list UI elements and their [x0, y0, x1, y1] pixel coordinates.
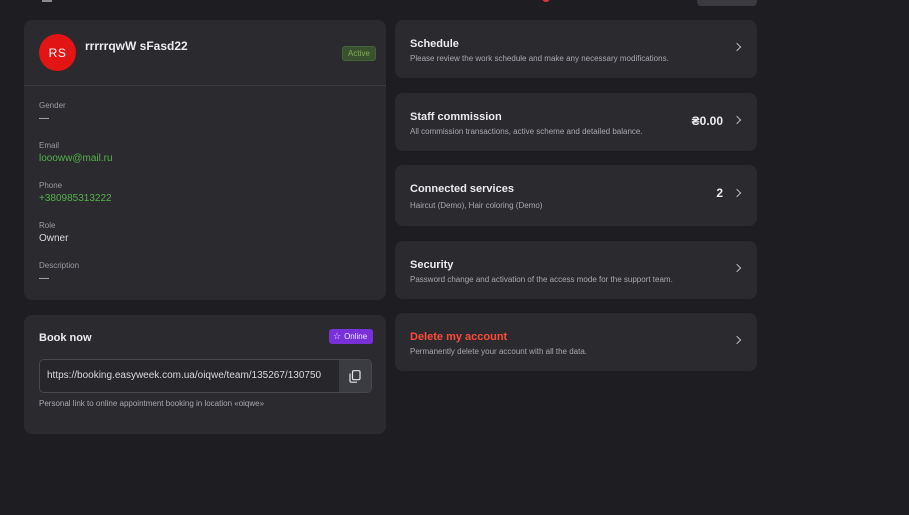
row-title: Delete my account: [410, 331, 508, 343]
online-badge: ☆ Online: [329, 329, 374, 344]
connected-services-row[interactable]: Connected services Haircut (Demo), Hair …: [395, 165, 757, 226]
notification-dot: [542, 0, 550, 2]
booking-link-caption: Personal link to online appointment book…: [39, 399, 265, 408]
chevron-right-icon: [732, 335, 742, 345]
book-now-title: Book now: [39, 332, 92, 344]
field-label: Email: [39, 141, 60, 150]
row-title: Connected services: [410, 183, 514, 195]
booking-link-field[interactable]: https://booking.easyweek.com.ua/oiqwe/te…: [39, 359, 372, 393]
row-description: Permanently delete your account with all…: [410, 347, 587, 356]
book-now-card: Book now ☆ Online https://booking.easywe…: [24, 315, 386, 434]
field-value: —: [39, 113, 49, 124]
row-description: Please review the work schedule and make…: [410, 54, 669, 63]
phone-link[interactable]: +380985313222: [39, 193, 112, 204]
delete-account-row[interactable]: Delete my account Permanently delete you…: [395, 313, 757, 371]
chevron-right-icon: [732, 263, 742, 273]
email-link[interactable]: loooww@mail.ru: [39, 153, 113, 164]
field-description: Description —: [39, 261, 79, 284]
field-value: —: [39, 273, 49, 284]
booking-link-text[interactable]: https://booking.easyweek.com.ua/oiqwe/te…: [47, 370, 321, 381]
field-role: Role Owner: [39, 221, 68, 244]
row-description: Password change and activation of the ac…: [410, 275, 673, 284]
row-description: Haircut (Demo), Hair coloring (Demo): [410, 201, 543, 210]
top-nav-fragment: [42, 0, 52, 2]
chevron-right-icon: [732, 188, 742, 198]
field-email: Email loooww@mail.ru: [39, 141, 113, 164]
row-description: All commission transactions, active sche…: [410, 127, 643, 136]
commission-balance: ₴0.00: [691, 114, 723, 128]
field-label: Phone: [39, 181, 63, 190]
chevron-right-icon: [732, 42, 742, 52]
profile-name: rrrrrqwW sFasd22: [85, 39, 188, 53]
header-button[interactable]: [697, 0, 757, 6]
field-label: Role: [39, 221, 56, 230]
schedule-row[interactable]: Schedule Please review the work schedule…: [395, 20, 757, 78]
field-phone: Phone +380985313222: [39, 181, 112, 204]
copy-button[interactable]: [339, 360, 371, 392]
star-icon: ☆: [333, 331, 342, 341]
services-count: 2: [716, 186, 723, 200]
avatar: RS: [39, 34, 76, 71]
row-title: Schedule: [410, 38, 459, 50]
field-label: Description: [39, 261, 80, 270]
profile-header: RS rrrrrqwW sFasd22 Active: [24, 20, 386, 86]
online-badge-label: Online: [344, 332, 368, 341]
security-row[interactable]: Security Password change and activation …: [395, 241, 757, 299]
status-badge: Active: [342, 46, 376, 61]
staff-commission-row[interactable]: Staff commission All commission transact…: [395, 93, 757, 151]
profile-card: RS rrrrrqwW sFasd22 Active Gender — Emai…: [24, 20, 386, 300]
row-title: Security: [410, 259, 454, 271]
copy-icon: [349, 369, 361, 383]
chevron-right-icon: [732, 115, 742, 125]
field-label: Gender: [39, 101, 66, 110]
row-title: Staff commission: [410, 111, 502, 123]
field-value: Owner: [39, 233, 69, 244]
field-gender: Gender —: [39, 101, 66, 124]
